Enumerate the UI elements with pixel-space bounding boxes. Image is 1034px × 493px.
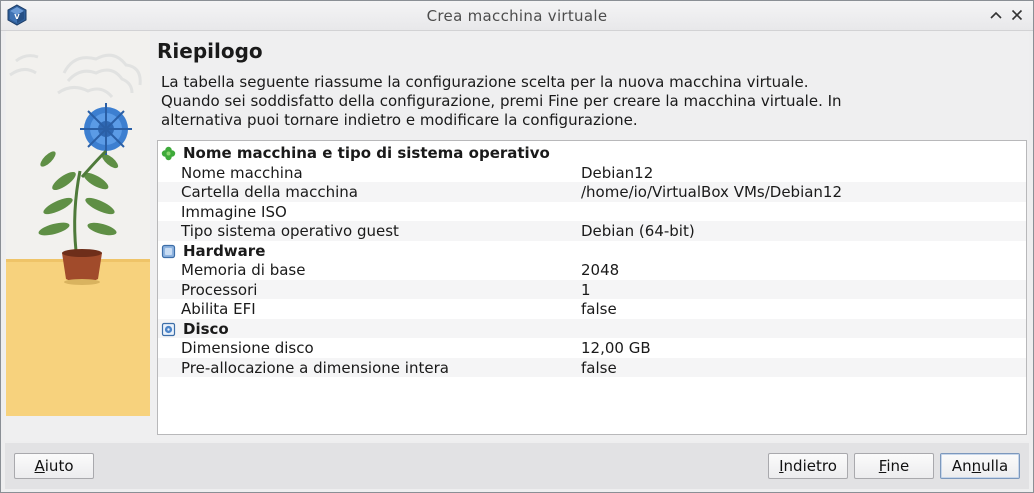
row-key: Processori (181, 280, 258, 299)
button-label-pre: An (951, 457, 972, 475)
row-key: Abilita EFI (181, 300, 256, 318)
summary-row[interactable]: Nome macchina Debian12 (158, 163, 1026, 183)
summary-row[interactable]: Immagine ISO (158, 202, 1026, 222)
row-value: /home/io/VirtualBox VMs/Debian12 (581, 183, 843, 201)
row-value: false (581, 300, 617, 318)
button-label-post: ulla (981, 457, 1009, 475)
summary-row[interactable]: Dimensione disco 12,00 GB (158, 338, 1026, 358)
section-title: Hardware (183, 241, 266, 260)
hard-disk-icon (161, 322, 176, 337)
row-value: 1 (581, 280, 591, 299)
section-title: Disco (183, 319, 229, 338)
description-line: Quando sei soddisfatto della configurazi… (161, 92, 842, 110)
wizard-illustration (6, 31, 150, 416)
button-label-post: ine (886, 457, 910, 475)
maximize-icon[interactable] (988, 7, 1004, 23)
button-bar: Aiuto Indietro Fine Annulla (5, 443, 1029, 489)
description-line: La tabella seguente riassume la configur… (161, 73, 809, 91)
section-header-vm-name-os[interactable]: Nome macchina e tipo di sistema operativ… (158, 143, 1026, 163)
row-value: Debian (64-bit) (581, 222, 695, 240)
finish-button[interactable]: Fine (854, 453, 934, 479)
cancel-button[interactable]: Annulla (940, 453, 1020, 479)
description-line: alternativa puoi tornare indietro e modi… (161, 111, 638, 129)
row-key: Nome macchina (181, 163, 303, 182)
page-title: Riepilogo (157, 39, 263, 63)
row-key: Tipo sistema operativo guest (181, 222, 399, 240)
window-title: Crea macchina virtuale (426, 7, 608, 25)
summary-row[interactable]: Tipo sistema operativo guest Debian (64-… (158, 221, 1026, 241)
chip-icon (161, 244, 176, 259)
summary-row[interactable]: Cartella della macchina /home/io/Virtual… (158, 182, 1026, 202)
close-icon[interactable] (1009, 7, 1025, 23)
back-button[interactable]: Indietro (768, 453, 848, 479)
summary-row[interactable]: Abilita EFI false (158, 299, 1026, 319)
row-value: 12,00 GB (581, 339, 651, 357)
button-mnemonic: n (971, 457, 982, 475)
summary-row[interactable]: Memoria di base 2048 (158, 260, 1026, 280)
section-header-hardware[interactable]: Hardware (158, 241, 1026, 261)
dialog-window: V Crea macchina virtuale Riepilogo La ta… (0, 0, 1034, 493)
wizard-content: Riepilogo La tabella seguente riassume l… (5, 31, 1029, 441)
help-button[interactable]: Aiuto (14, 453, 94, 479)
row-key: Dimensione disco (181, 339, 314, 357)
row-key: Immagine ISO (181, 202, 287, 221)
clover-icon (161, 146, 176, 161)
summary-row[interactable]: Pre-allocazione a dimensione intera fals… (158, 357, 1026, 377)
button-label-post: iuto (44, 457, 74, 475)
page-description: La tabella seguente riassume la configur… (161, 73, 901, 130)
row-value: Debian12 (581, 163, 654, 182)
row-key: Cartella della macchina (181, 183, 358, 201)
section-header-disk[interactable]: Disco (158, 318, 1026, 338)
title-bar[interactable]: V Crea macchina virtuale (1, 1, 1033, 31)
row-value: 2048 (581, 261, 620, 279)
section-title: Nome macchina e tipo di sistema operativ… (183, 144, 550, 162)
row-value: false (581, 358, 617, 377)
button-mnemonic: A (34, 457, 45, 475)
summary-row[interactable]: Processori 1 (158, 279, 1026, 299)
button-label-post: ndietro (783, 457, 837, 475)
row-key: Pre-allocazione a dimensione intera (181, 358, 449, 377)
row-key: Memoria di base (181, 261, 306, 279)
summary-tree[interactable]: Nome macchina e tipo di sistema operativ… (157, 140, 1027, 435)
